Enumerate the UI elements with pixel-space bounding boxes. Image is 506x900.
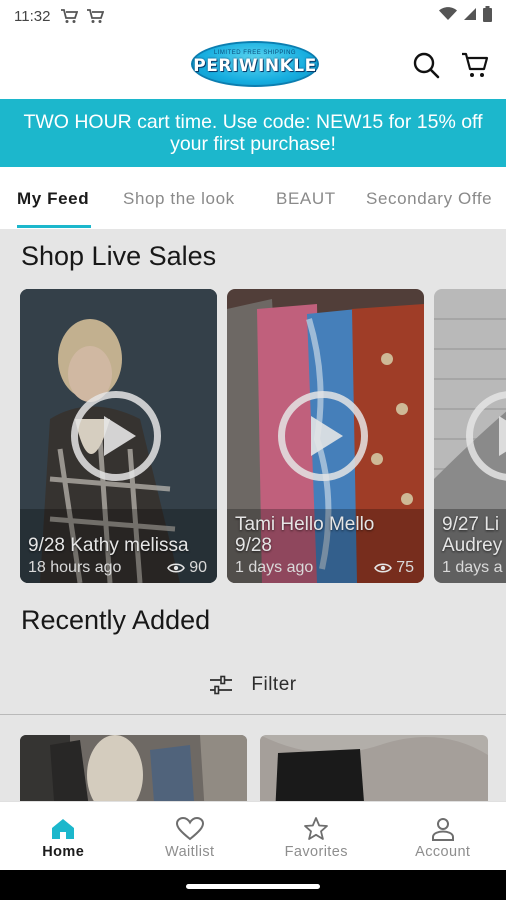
tab-my-feed[interactable]: My Feed bbox=[17, 189, 89, 209]
promo-banner[interactable]: TWO HOUR cart time. Use code: NEW15 for … bbox=[0, 99, 506, 167]
play-button[interactable] bbox=[70, 391, 161, 481]
cart-button[interactable] bbox=[460, 50, 490, 80]
status-indicators bbox=[439, 5, 492, 27]
eye-icon bbox=[167, 563, 186, 573]
live-sale-time: 18 hours ago bbox=[28, 559, 122, 576]
system-gesture-bar bbox=[0, 870, 506, 900]
eye-icon bbox=[374, 563, 393, 573]
product-thumbnail bbox=[260, 735, 488, 801]
play-icon bbox=[499, 416, 506, 456]
cart-icon bbox=[462, 52, 489, 77]
status-time: 11:32 bbox=[14, 7, 51, 25]
active-tab-indicator bbox=[17, 225, 91, 228]
product-card[interactable] bbox=[20, 735, 247, 801]
live-sale-card[interactable]: 9/28 Kathy melissa 18 hours ago 90 bbox=[20, 289, 217, 583]
nav-waitlist[interactable]: Waitlist bbox=[127, 802, 254, 871]
product-card[interactable] bbox=[260, 735, 488, 801]
live-sale-title: Tami Hello Mello 9/28 bbox=[235, 514, 375, 556]
home-gesture-handle[interactable] bbox=[186, 884, 320, 889]
filter-sliders-icon bbox=[210, 675, 233, 695]
tab-beaut[interactable]: BEAUT bbox=[276, 189, 336, 209]
tab-bar: My Feed Shop the look BEAUT Secondary Of… bbox=[0, 167, 506, 229]
filter-button[interactable]: Filter bbox=[0, 657, 506, 713]
live-sale-card[interactable]: Tami Hello Mello 9/28 1 days ago 75 bbox=[227, 289, 424, 583]
star-icon bbox=[303, 814, 329, 844]
filter-label: Filter bbox=[251, 674, 297, 695]
divider bbox=[0, 714, 506, 715]
nav-home-label: Home bbox=[42, 843, 85, 860]
shop-live-sales-heading: Shop Live Sales bbox=[21, 241, 217, 271]
live-sale-card[interactable]: 9/27 Li Audrey 1 days a bbox=[434, 289, 506, 583]
nav-favorites-label: Favorites bbox=[284, 843, 348, 860]
live-sale-title: 9/27 Li Audrey bbox=[442, 514, 503, 556]
play-icon bbox=[310, 416, 343, 456]
nav-favorites[interactable]: Favorites bbox=[253, 802, 380, 871]
live-sale-time: 1 days a bbox=[442, 559, 503, 576]
cart-notification-icon bbox=[86, 8, 105, 24]
person-icon bbox=[430, 814, 456, 844]
play-icon bbox=[103, 416, 136, 456]
nav-home[interactable]: Home bbox=[0, 802, 127, 871]
nav-account-label: Account bbox=[415, 843, 471, 860]
app-header: LIMITED FREE SHIPPING PERIWINKLE bbox=[0, 32, 506, 98]
live-sale-title: 9/28 Kathy melissa bbox=[28, 535, 189, 556]
nav-waitlist-label: Waitlist bbox=[165, 843, 215, 860]
wifi-icon bbox=[439, 6, 457, 26]
live-sale-time: 1 days ago bbox=[235, 559, 314, 576]
logo-text: PERIWINKLE bbox=[193, 56, 317, 76]
cart-notification-icon bbox=[60, 8, 79, 24]
home-icon bbox=[50, 814, 76, 844]
view-count-value: 75 bbox=[396, 559, 414, 576]
feed-content[interactable]: Shop Live Sales 9/28 Kathy melissa 18 ho… bbox=[0, 229, 506, 801]
periwinkle-logo[interactable]: LIMITED FREE SHIPPING PERIWINKLE bbox=[191, 41, 319, 87]
tab-shop-the-look[interactable]: Shop the look bbox=[123, 189, 235, 209]
signal-icon bbox=[463, 7, 477, 26]
bottom-navigation: Home Waitlist Favorites Account bbox=[0, 801, 506, 871]
search-button[interactable] bbox=[411, 50, 441, 80]
nav-account[interactable]: Account bbox=[380, 802, 506, 871]
recently-added-heading: Recently Added bbox=[21, 605, 211, 635]
battery-icon bbox=[483, 5, 492, 27]
play-button[interactable] bbox=[277, 391, 368, 481]
view-count: 75 bbox=[374, 559, 414, 577]
promo-text: TWO HOUR cart time. Use code: NEW15 for … bbox=[23, 111, 483, 155]
tab-secondary-offers[interactable]: Secondary Offe bbox=[366, 189, 492, 209]
status-bar: 11:32 bbox=[0, 0, 506, 32]
search-icon bbox=[413, 52, 440, 79]
view-count-value: 90 bbox=[189, 559, 207, 576]
product-thumbnail bbox=[20, 735, 247, 801]
heart-icon bbox=[175, 814, 204, 844]
view-count: 90 bbox=[167, 559, 207, 577]
